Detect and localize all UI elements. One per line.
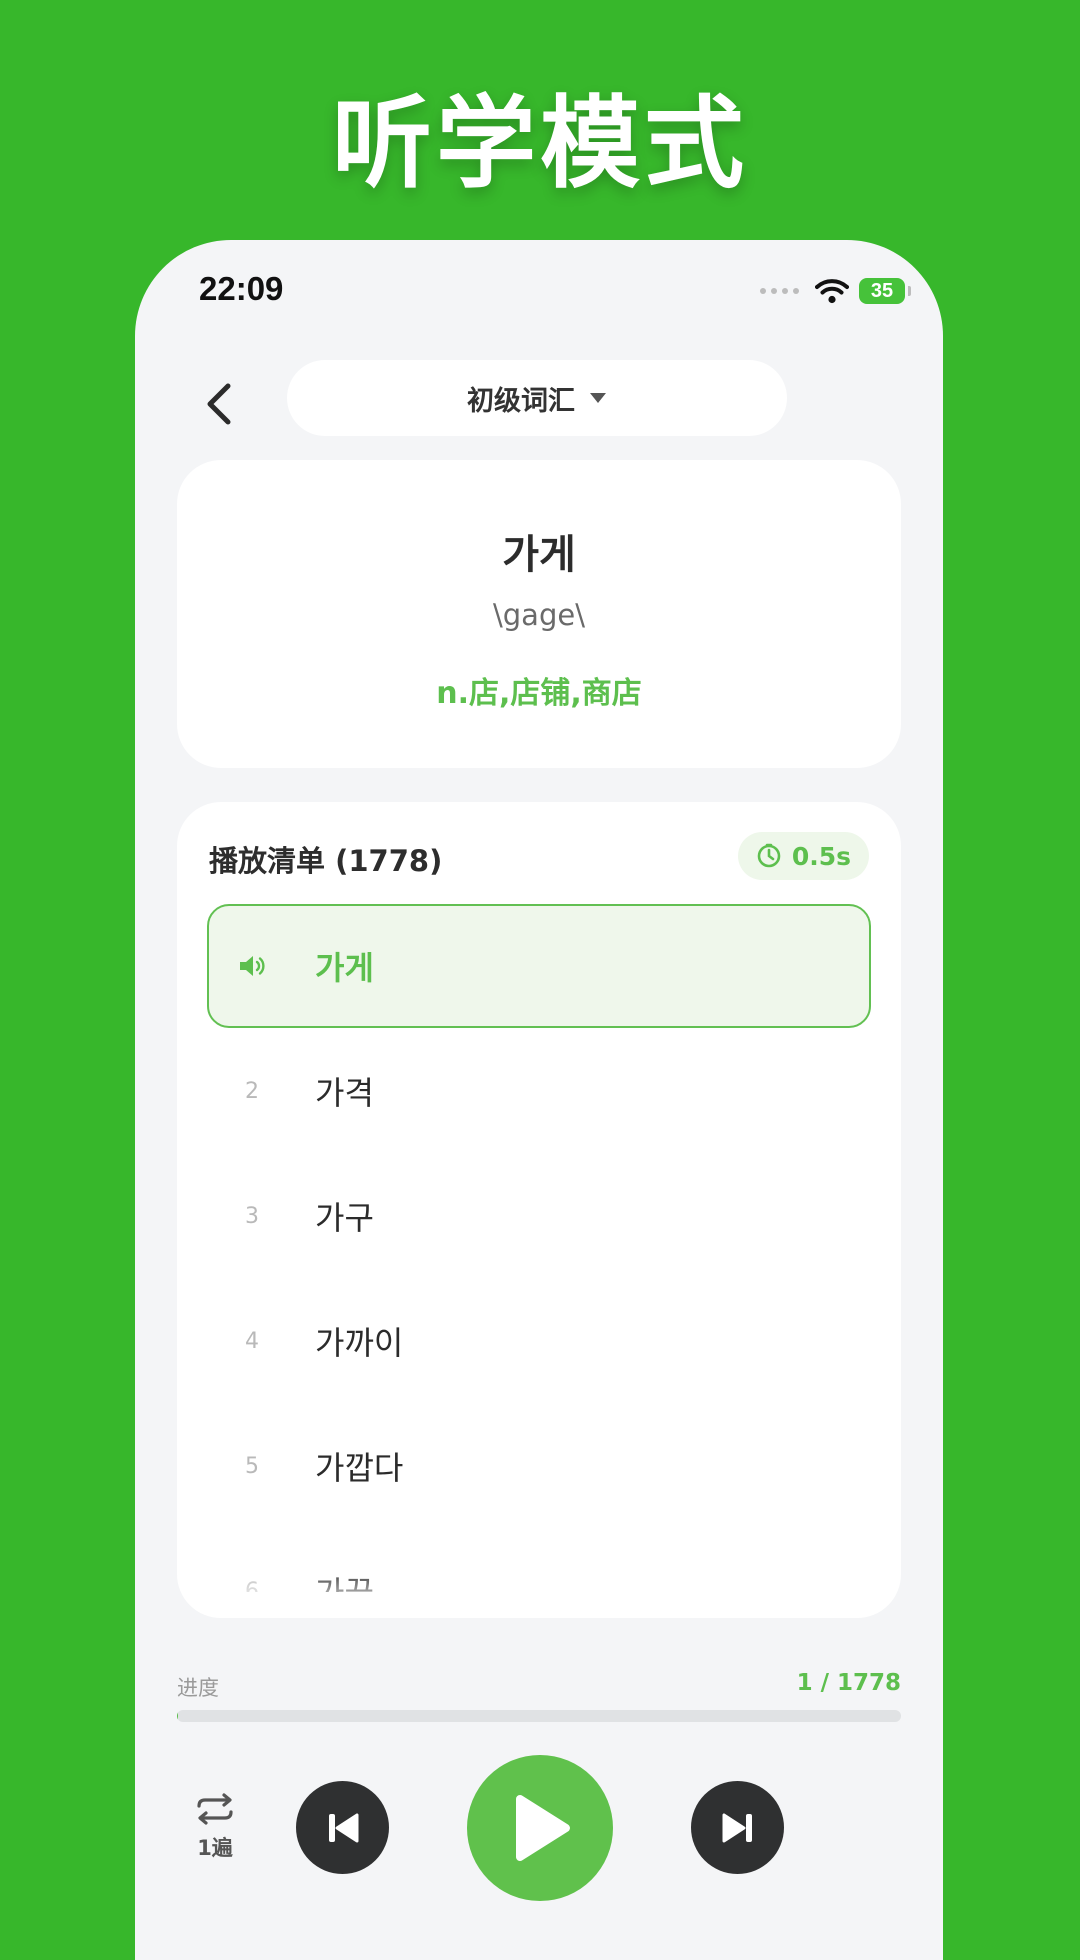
previous-button[interactable]: [296, 1781, 389, 1874]
current-word: 가게: [177, 522, 901, 580]
list-item[interactable]: 2 가격: [207, 1029, 871, 1153]
list-item[interactable]: 4 가까이: [207, 1279, 871, 1403]
list-item-index: 3: [227, 1154, 277, 1278]
status-icons: 35: [760, 276, 905, 306]
current-word-phonetic: \gage\: [177, 598, 901, 632]
progress-label: 进度: [177, 1672, 219, 1702]
list-item-active[interactable]: 가게: [207, 904, 871, 1028]
progress-count: 1 / 1778: [797, 1670, 901, 1696]
battery-icon: 35: [859, 278, 905, 304]
playlist[interactable]: 가게 2 가격 3 가구 4 가까이 5 가깝다 6 가끔: [207, 904, 871, 1592]
list-item-index: 4: [227, 1279, 277, 1403]
repeat-icon: [193, 1792, 237, 1826]
list-item[interactable]: 3 가구: [207, 1154, 871, 1278]
list-item-word: 가게: [315, 904, 374, 1028]
skip-previous-icon: [323, 1808, 363, 1848]
speaker-icon: [227, 904, 277, 1028]
battery-level: 35: [871, 280, 893, 303]
repeat-button[interactable]: 1遍: [175, 1792, 255, 1872]
phone-screen: 22:09 35 初级词汇 가게 \gage\ n.店,店铺,商店 播放清单 (…: [135, 240, 943, 1960]
page-headline: 听学模式: [0, 62, 1080, 207]
caret-down-icon: [589, 392, 607, 404]
play-icon: [508, 1793, 572, 1863]
progress-bar[interactable]: [177, 1710, 901, 1722]
back-button[interactable]: [193, 372, 245, 436]
list-item-word: 가까이: [315, 1279, 403, 1403]
list-item-index: 5: [227, 1404, 277, 1528]
list-item-word: 가구: [315, 1154, 374, 1278]
list-item-word: 가깝다: [315, 1404, 403, 1528]
playlist-card: 播放清单 (1778) 0.5s 가게 2: [177, 802, 901, 1618]
list-item-index: 2: [227, 1029, 277, 1153]
current-word-card: 가게 \gage\ n.店,店铺,商店: [177, 460, 901, 768]
current-word-meaning: n.店,店铺,商店: [177, 668, 901, 712]
status-time: 22:09: [199, 270, 283, 308]
playlist-title: 播放清单 (1778): [209, 838, 442, 880]
next-button[interactable]: [691, 1781, 784, 1874]
list-item[interactable]: 5 가깝다: [207, 1404, 871, 1528]
play-button[interactable]: [467, 1755, 613, 1901]
vocab-level-label: 初级词汇: [467, 379, 575, 418]
wifi-icon: [815, 278, 849, 304]
repeat-count-label: 1遍: [197, 1832, 233, 1862]
vocab-level-selector[interactable]: 初级词汇: [287, 360, 787, 436]
playlist-fade: [177, 1568, 901, 1618]
timer-icon: [756, 843, 782, 869]
cellular-signal-icon: [760, 288, 799, 294]
list-item-word: 가격: [315, 1029, 374, 1153]
interval-button[interactable]: 0.5s: [738, 832, 869, 880]
chevron-left-icon: [204, 382, 234, 426]
skip-next-icon: [718, 1808, 758, 1848]
interval-label: 0.5s: [792, 842, 851, 871]
